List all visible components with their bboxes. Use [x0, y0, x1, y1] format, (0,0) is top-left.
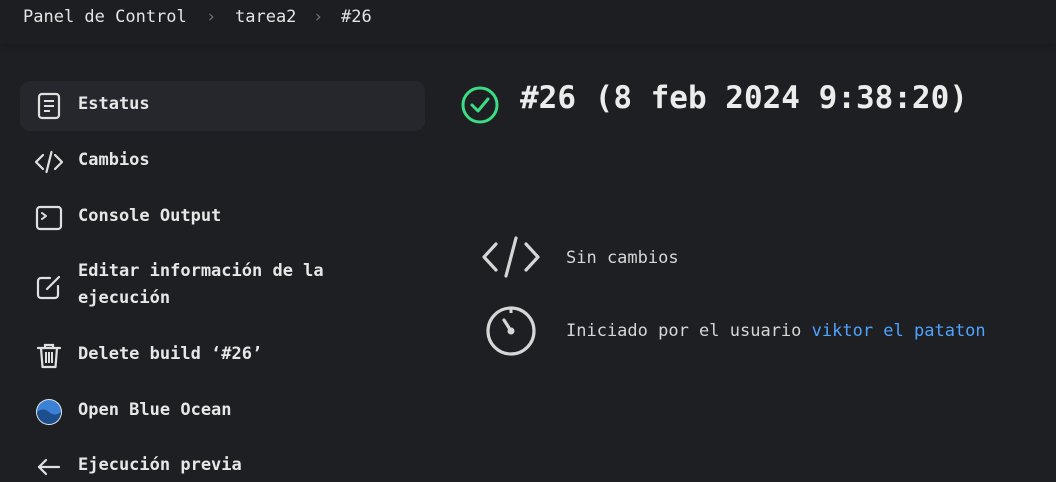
breadcrumb: Panel de Control › tarea2 › #26 — [0, 0, 1056, 44]
changes-text: Sin cambios — [566, 248, 679, 268]
page-title: #26 (8 feb 2024 9:38:20) — [520, 80, 968, 116]
breadcrumb-separator: › — [313, 7, 324, 27]
sidebar-item-label: ejecución — [78, 288, 171, 308]
started-by-prefix: Iniciado por el usuario — [566, 321, 802, 341]
blue-ocean-icon — [34, 397, 64, 427]
sidebar-item-label: Open Blue Ocean — [78, 400, 232, 420]
started-by-text: Iniciado por el usuario viktor el patato… — [566, 321, 986, 341]
terminal-icon — [34, 203, 64, 233]
success-check-icon — [460, 85, 500, 125]
edit-icon — [34, 272, 64, 302]
trash-icon — [34, 341, 64, 371]
sidebar-item-label: Console Output — [78, 206, 222, 226]
sidebar-item-label: Editar información de la — [78, 261, 324, 281]
breadcrumb-job[interactable]: tarea2 — [235, 7, 296, 27]
user-link[interactable]: viktor el pataton — [812, 321, 986, 341]
sidebar-item-label: Delete build ‘#26’ — [78, 344, 263, 364]
breadcrumb-separator: › — [206, 7, 217, 27]
breadcrumb-build[interactable]: #26 — [341, 7, 372, 27]
document-icon — [34, 91, 64, 121]
code-icon — [480, 234, 542, 280]
code-icon — [34, 147, 64, 177]
sidebar-item-label: Cambios — [78, 150, 150, 170]
sidebar-item-label: Estatus — [78, 94, 150, 114]
timer-icon — [484, 304, 538, 358]
breadcrumb-dashboard[interactable]: Panel de Control — [23, 7, 187, 27]
sidebar-item-label: Ejecución previa — [78, 455, 242, 475]
